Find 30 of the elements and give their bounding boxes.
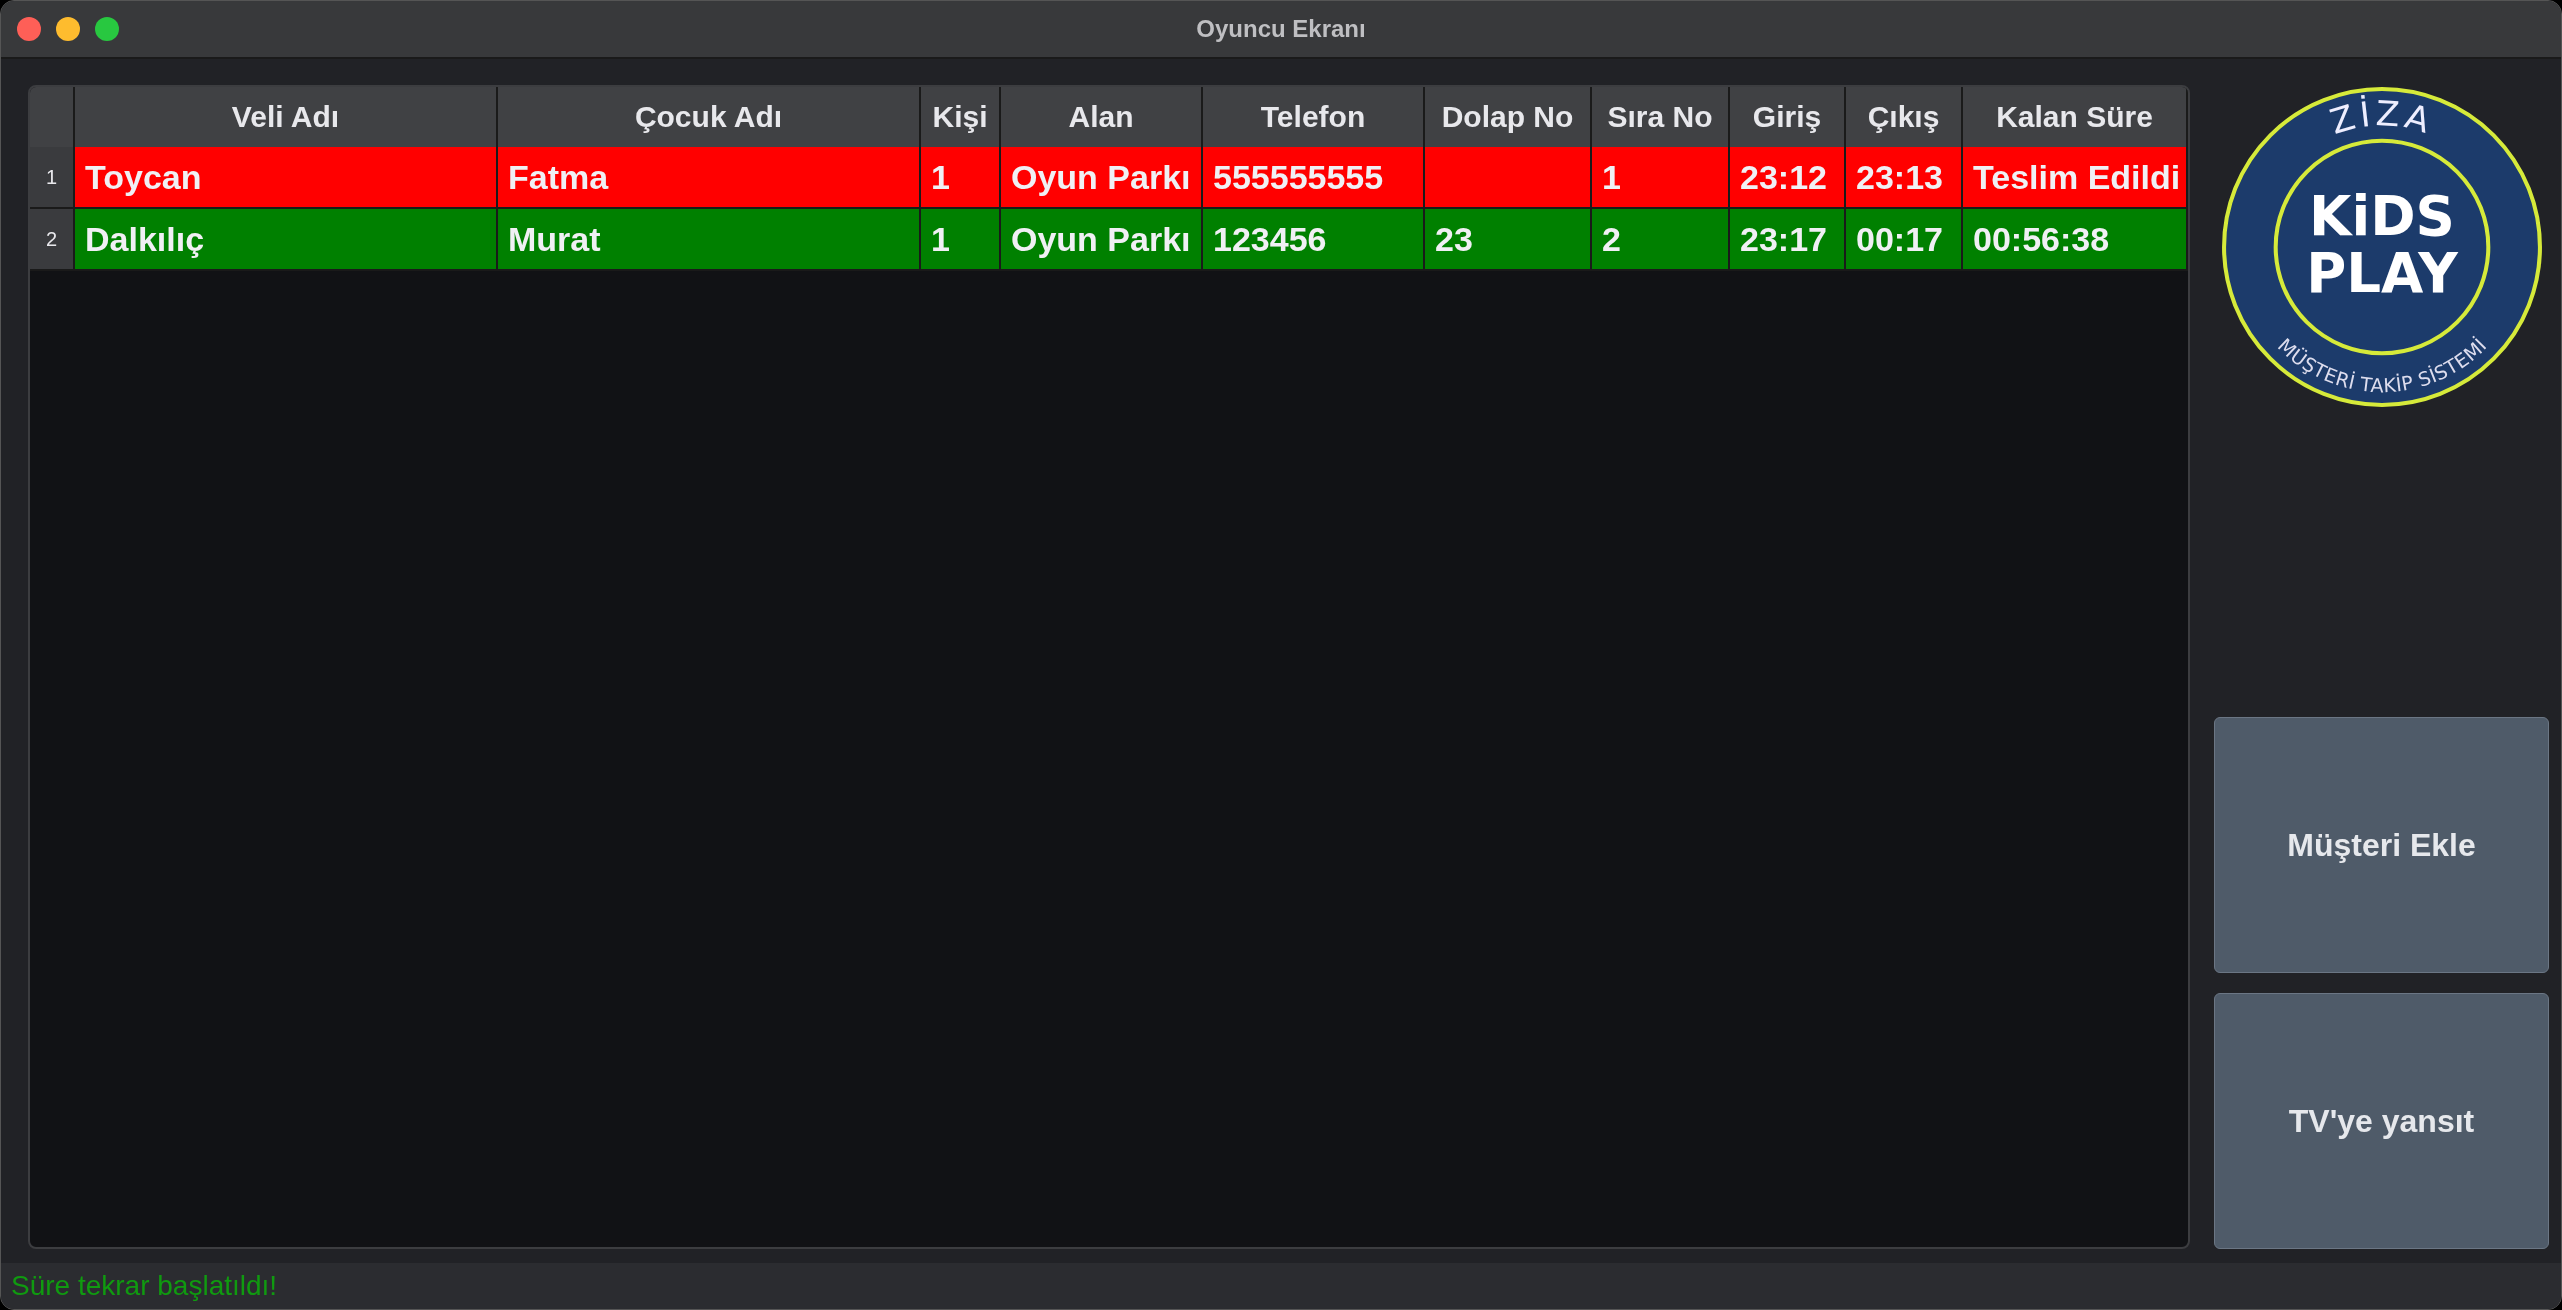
table-cell: Dalkılıç [75,209,498,269]
minimize-icon[interactable] [56,17,80,41]
table-cell: Fatma [498,147,921,207]
maximize-icon[interactable] [95,17,119,41]
row-number: 2 [30,209,75,269]
table-cell: Toycan [75,147,498,207]
table-cell: 2 [1592,209,1730,269]
table-cell: 1 [921,147,1001,207]
table-cell: 555555555 [1203,147,1425,207]
table-cell: 23:12 [1730,147,1846,207]
table-cell: 00:17 [1846,209,1963,269]
table-cell: Teslim Edildi [1963,147,2188,207]
table-row[interactable]: 1 Toycan Fatma 1 Oyun Parkı 555555555 1 23:12 23:13 Teslim Edildi [30,147,2188,209]
table-cell: 123456 [1203,209,1425,269]
table-cell: Murat [498,209,921,269]
table-cell: 23:17 [1730,209,1846,269]
table-cell: Oyun Parkı [1001,209,1203,269]
action-button[interactable]: TV'ye yansıt [2214,993,2549,1249]
table-cell: 1 [1592,147,1730,207]
close-icon[interactable] [17,17,41,41]
window-title: Oyuncu Ekranı [1196,15,1366,43]
row-number: 1 [30,147,75,207]
table-row[interactable]: 2 Dalkılıç Murat 1 Oyun Parkı 123456 23 2 23:17 00:17 00:56:38 [30,209,2188,271]
action-button[interactable]: Müşteri Ekle [2214,717,2549,973]
table-cell: Oyun Parkı [1001,147,1203,207]
table-cell: 1 [921,209,1001,269]
table-cell: 23 [1425,209,1592,269]
table-cell: 23:13 [1846,147,1963,207]
table-cell: 00:56:38 [1963,209,2188,269]
status-message: Süre tekrar başlatıldı! [11,1270,278,1302]
